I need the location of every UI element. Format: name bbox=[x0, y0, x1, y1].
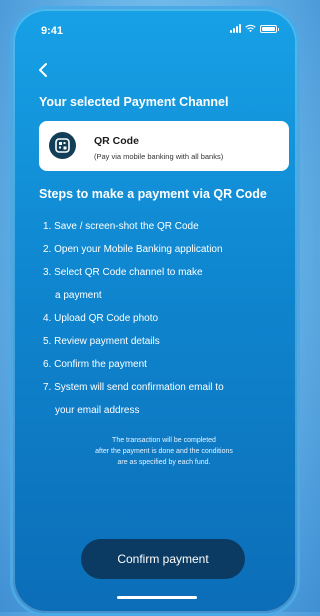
steps-title: Steps to make a payment via QR Code bbox=[39, 187, 267, 201]
selected-channel-title: Your selected Payment Channel bbox=[39, 95, 229, 109]
channel-title: QR Code bbox=[94, 135, 139, 147]
step-item: 7. System will send confirmation email t… bbox=[43, 382, 224, 393]
phone-screen: 9:41 Your selected Payment Channel QR Co… bbox=[10, 6, 300, 616]
home-indicator bbox=[117, 596, 197, 599]
wifi-icon bbox=[245, 24, 256, 33]
step-item: 4. Upload QR Code photo bbox=[43, 313, 159, 324]
step-item-continued: your email address bbox=[55, 405, 140, 416]
note-line: The transaction will be completed bbox=[112, 437, 216, 444]
step-item: 2. Open your Mobile Banking application bbox=[43, 244, 223, 255]
steps-list: 1. Save / screen-shot the QR Code 2. Ope… bbox=[43, 215, 288, 422]
step-item: 6. Confirm the payment bbox=[43, 359, 147, 370]
step-item-continued: a payment bbox=[55, 290, 102, 301]
payment-channel-card[interactable]: QR Code (Pay via mobile banking with all… bbox=[39, 121, 289, 171]
status-icons bbox=[230, 24, 279, 33]
step-item: 3. Select QR Code channel to make bbox=[43, 267, 203, 278]
status-bar: 9:41 bbox=[13, 9, 297, 49]
channel-subtitle: (Pay via mobile banking with all banks) bbox=[94, 152, 224, 161]
completion-note: The transaction will be completed after … bbox=[49, 435, 279, 468]
step-item: 5. Review payment details bbox=[43, 336, 160, 347]
signal-icon bbox=[230, 24, 241, 33]
battery-icon bbox=[260, 24, 279, 33]
qr-code-icon bbox=[49, 132, 76, 159]
step-item: 1. Save / screen-shot the QR Code bbox=[43, 221, 199, 232]
status-time: 9:41 bbox=[41, 25, 64, 37]
note-line: are as specified by each fund. bbox=[117, 459, 211, 466]
confirm-payment-button[interactable]: Confirm payment bbox=[81, 539, 245, 579]
back-chevron-icon[interactable] bbox=[35, 61, 53, 79]
note-line: after the payment is done and the condit… bbox=[95, 448, 233, 455]
